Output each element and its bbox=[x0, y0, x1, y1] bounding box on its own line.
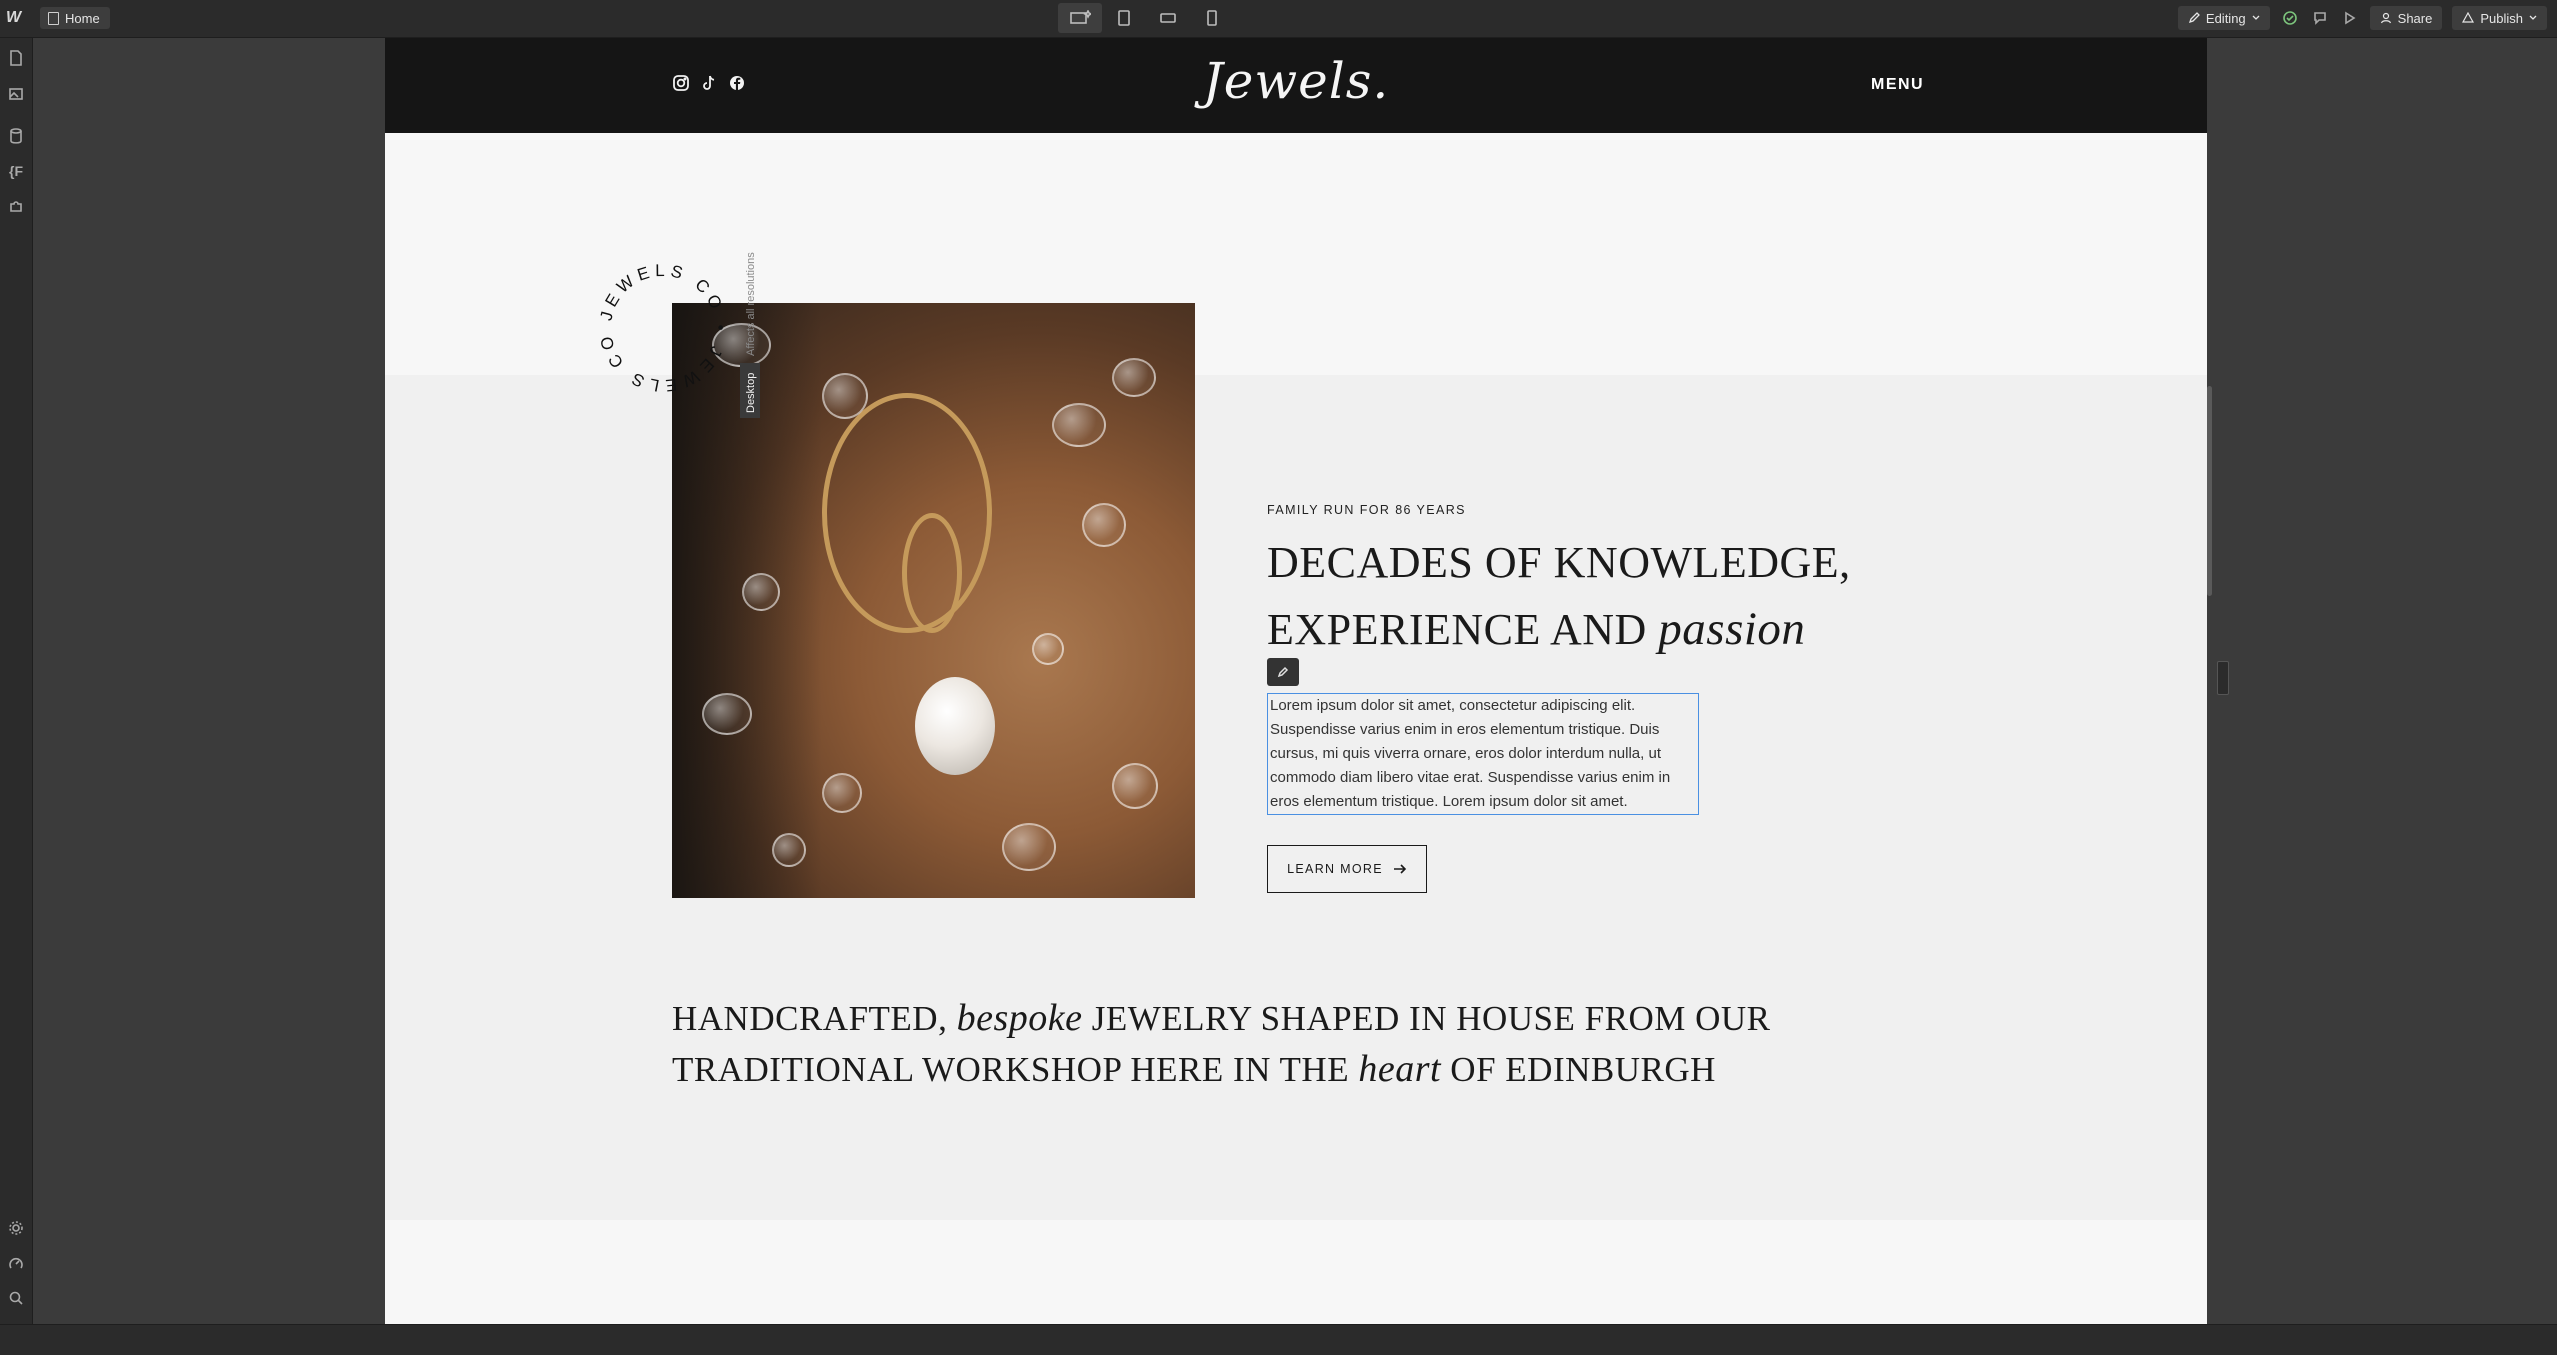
pencil-icon bbox=[2188, 12, 2200, 24]
tablet-icon bbox=[1118, 10, 1130, 26]
affects-all-resolutions-label: Affects all resolutions bbox=[745, 252, 757, 356]
water-bubble bbox=[772, 833, 806, 867]
designer-topbar: W Home Editing Share Publish bbox=[0, 0, 2557, 38]
tagline-line-1: HANDCRAFTED, bespoke JEWELRY SHAPED IN H… bbox=[672, 993, 1872, 1044]
search-icon[interactable] bbox=[6, 1288, 26, 1308]
share-button[interactable]: Share bbox=[2369, 6, 2443, 30]
chevron-down-icon bbox=[2529, 15, 2537, 20]
settings-gear-icon[interactable] bbox=[6, 1218, 26, 1238]
tagline-italic-bespoke: bespoke bbox=[956, 997, 1083, 1039]
water-bubble bbox=[1112, 358, 1156, 397]
learn-more-button[interactable]: LEARN MORE bbox=[1267, 845, 1427, 893]
heading-line-2-plain: EXPERIENCE AND bbox=[1267, 605, 1659, 654]
heading-line-2: EXPERIENCE AND passion bbox=[1267, 596, 1987, 663]
learn-more-label: LEARN MORE bbox=[1287, 862, 1383, 876]
breakpoint-indicator: Desktop Affects all resolutions bbox=[740, 252, 760, 418]
canvas-scrollbar[interactable] bbox=[2207, 386, 2212, 596]
water-bubble bbox=[1052, 403, 1106, 447]
pearl-pendant bbox=[915, 677, 995, 775]
mobile-portrait-breakpoint-button[interactable] bbox=[1190, 3, 1234, 33]
designer-left-toolbar: {F bbox=[0, 38, 33, 1324]
page-icon bbox=[48, 11, 59, 25]
water-bubble bbox=[1002, 823, 1056, 871]
water-bubble bbox=[1032, 633, 1064, 665]
share-label: Share bbox=[2397, 10, 2433, 26]
audit-icon[interactable] bbox=[6, 1253, 26, 1273]
tagline-segment: TRADITIONAL WORKSHOP HERE IN THE bbox=[672, 1050, 1359, 1089]
page-selector-label: Home bbox=[65, 10, 100, 26]
mobile-portrait-icon bbox=[1207, 10, 1217, 26]
desktop-star-icon bbox=[1070, 10, 1091, 24]
pages-icon[interactable] bbox=[6, 48, 26, 68]
pencil-icon bbox=[1277, 666, 1289, 678]
water-bubble bbox=[1082, 503, 1126, 547]
user-icon bbox=[2380, 12, 2391, 24]
breakpoint-switcher bbox=[1058, 3, 1234, 33]
selected-paragraph[interactable]: Lorem ipsum dolor sit amet, consectetur … bbox=[1267, 693, 1699, 815]
topbar-right-tools: Editing Share Publish bbox=[2177, 6, 2547, 30]
comments-icon[interactable] bbox=[2310, 8, 2330, 28]
canvas-page: Jewels. MENU JEWELS CO • JEWELS CO • Des… bbox=[385, 38, 2207, 1324]
warning-triangle-icon bbox=[2462, 12, 2475, 23]
page-selector-button[interactable]: Home bbox=[40, 7, 110, 29]
water-bubble bbox=[1112, 763, 1158, 809]
editing-mode-button[interactable]: Editing bbox=[2177, 6, 2270, 30]
section-heading: DECADES OF KNOWLEDGE, EXPERIENCE AND pas… bbox=[1267, 530, 1987, 663]
tagline-segment: OF EDINBURGH bbox=[1441, 1050, 1716, 1089]
chevron-down-icon bbox=[2252, 15, 2260, 20]
publish-button[interactable]: Publish bbox=[2452, 6, 2547, 30]
variables-icon[interactable]: {F bbox=[6, 161, 26, 181]
tagline-segment: JEWELRY SHAPED IN HOUSE FROM OUR bbox=[1082, 999, 1771, 1038]
section-eyebrow: FAMILY RUN FOR 86 YEARS bbox=[1267, 503, 1466, 517]
site-navbar: Jewels. MENU bbox=[385, 38, 2207, 133]
assets-icon[interactable] bbox=[6, 84, 26, 104]
canvas-resize-handle[interactable] bbox=[2217, 661, 2229, 695]
desktop-breakpoint-button[interactable] bbox=[1058, 3, 1102, 33]
water-bubble bbox=[822, 373, 868, 419]
status-check-icon[interactable] bbox=[2280, 8, 2300, 28]
editing-mode-label: Editing bbox=[2205, 10, 2246, 26]
preview-play-icon[interactable] bbox=[2340, 8, 2360, 28]
heading-italic-word: passion bbox=[1658, 603, 1806, 655]
desktop-breakpoint-tag: Desktop bbox=[745, 373, 757, 413]
mobile-landscape-breakpoint-button[interactable] bbox=[1146, 3, 1190, 33]
edit-text-button[interactable] bbox=[1267, 658, 1299, 686]
water-bubble bbox=[822, 773, 862, 813]
water-bubble bbox=[702, 693, 752, 735]
tagline-italic-heart: heart bbox=[1358, 1048, 1442, 1090]
site-brand-logo[interactable]: Jewels. bbox=[385, 52, 2207, 110]
water-bubble bbox=[742, 573, 780, 611]
publish-label: Publish bbox=[2480, 10, 2523, 26]
site-menu-button[interactable]: MENU bbox=[1871, 76, 1924, 94]
svg-text:JEWELS CO • JEWELS CO •: JEWELS CO • JEWELS CO • bbox=[583, 248, 730, 395]
designer-bottom-bar bbox=[0, 1324, 2557, 1355]
webflow-logo-icon[interactable]: W bbox=[6, 9, 28, 27]
circular-badge-text: JEWELS CO • JEWELS CO • bbox=[583, 248, 725, 395]
arrow-right-icon bbox=[1393, 864, 1406, 874]
craft-tagline: HANDCRAFTED, bespoke JEWELRY SHAPED IN H… bbox=[672, 993, 1872, 1095]
heading-line-1: DECADES OF KNOWLEDGE, bbox=[1267, 538, 1851, 587]
apps-puzzle-icon[interactable] bbox=[6, 196, 26, 216]
tagline-line-2: TRADITIONAL WORKSHOP HERE IN THE heart O… bbox=[672, 1044, 1872, 1095]
cms-database-icon[interactable] bbox=[6, 126, 26, 146]
mobile-landscape-icon bbox=[1160, 13, 1176, 23]
tagline-segment: HANDCRAFTED, bbox=[672, 999, 957, 1038]
circular-brand-badge: JEWELS CO • JEWELS CO • bbox=[583, 248, 730, 395]
tablet-breakpoint-button[interactable] bbox=[1102, 3, 1146, 33]
gold-chain-link bbox=[902, 513, 962, 633]
